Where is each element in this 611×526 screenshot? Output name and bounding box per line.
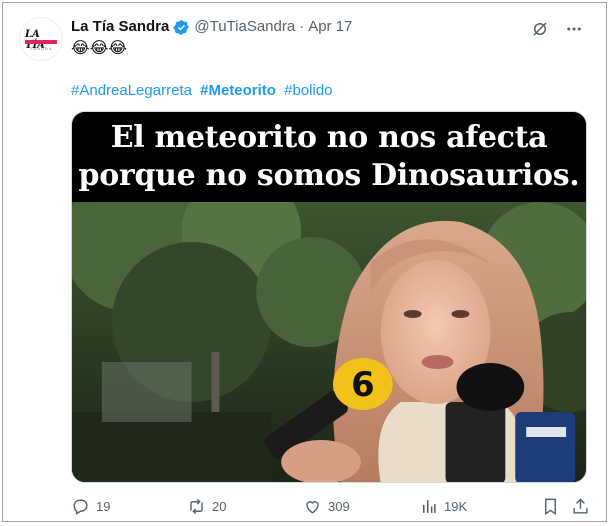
share-icon [573, 497, 588, 514]
bookmark-icon [545, 498, 556, 515]
views-count: 19K [444, 498, 468, 514]
hashtag-andrealegarreta[interactable]: #AndreaLegarreta [71, 82, 192, 99]
verified-badge-icon[interactable] [173, 19, 190, 36]
hashtag-bolido[interactable]: #bolido [284, 82, 332, 99]
tweet-card[interactable]: LA TÍA SANDRA La Tía Sandra @TuTiaSandra… [2, 2, 607, 522]
tweet-action-bar: 19 20 309 19K [71, 495, 593, 517]
avatar-logo-subtext: SANDRA [30, 46, 53, 51]
tweet-media[interactable]: El meteorito no nos afecta porque no som… [71, 111, 587, 483]
avatar[interactable]: LA TÍA SANDRA [19, 17, 63, 61]
retweet-icon [190, 498, 203, 514]
reply-button[interactable]: 19 [71, 495, 110, 517]
tweet-text-emojis: 😂😂😂 [71, 40, 128, 57]
like-count: 309 [328, 498, 350, 514]
views-button[interactable]: 19K [419, 495, 467, 517]
grok-icon[interactable] [530, 19, 550, 39]
tweet-hashtags: #AndreaLegarreta #Meteorito #bolido [71, 81, 337, 101]
reply-icon [73, 498, 88, 515]
author-handle[interactable]: @TuTiaSandra [194, 17, 295, 37]
retweet-count: 20 [212, 498, 227, 514]
analytics-icon [422, 499, 436, 513]
header-separator: · [299, 18, 305, 35]
meme-caption-line-1: El meteorito no nos afecta [110, 120, 548, 155]
author-name[interactable]: La Tía Sandra [71, 17, 169, 37]
reply-count: 19 [96, 498, 111, 514]
mic-flag-number: 6 [351, 366, 375, 405]
meme-caption-line-2: porque no somos Dinosaurios. [78, 158, 580, 193]
meme-caption: El meteorito no nos afecta porque no som… [72, 112, 586, 202]
heart-icon [306, 500, 319, 514]
bookmark-button[interactable] [541, 495, 560, 517]
avatar-logo-stripe [25, 40, 57, 44]
hashtag-meteorito[interactable]: #Meteorito [200, 82, 276, 99]
more-options-icon[interactable] [564, 19, 584, 39]
retweet-button[interactable]: 20 [187, 495, 226, 517]
meme-photo: 6 [72, 202, 586, 482]
tweet-top-actions [530, 19, 584, 39]
like-button[interactable]: 309 [303, 495, 350, 517]
tweet-header: La Tía Sandra @TuTiaSandra · Apr 17 [71, 17, 352, 37]
tweet-date[interactable]: Apr 17 [308, 17, 352, 37]
share-button[interactable] [571, 495, 590, 517]
